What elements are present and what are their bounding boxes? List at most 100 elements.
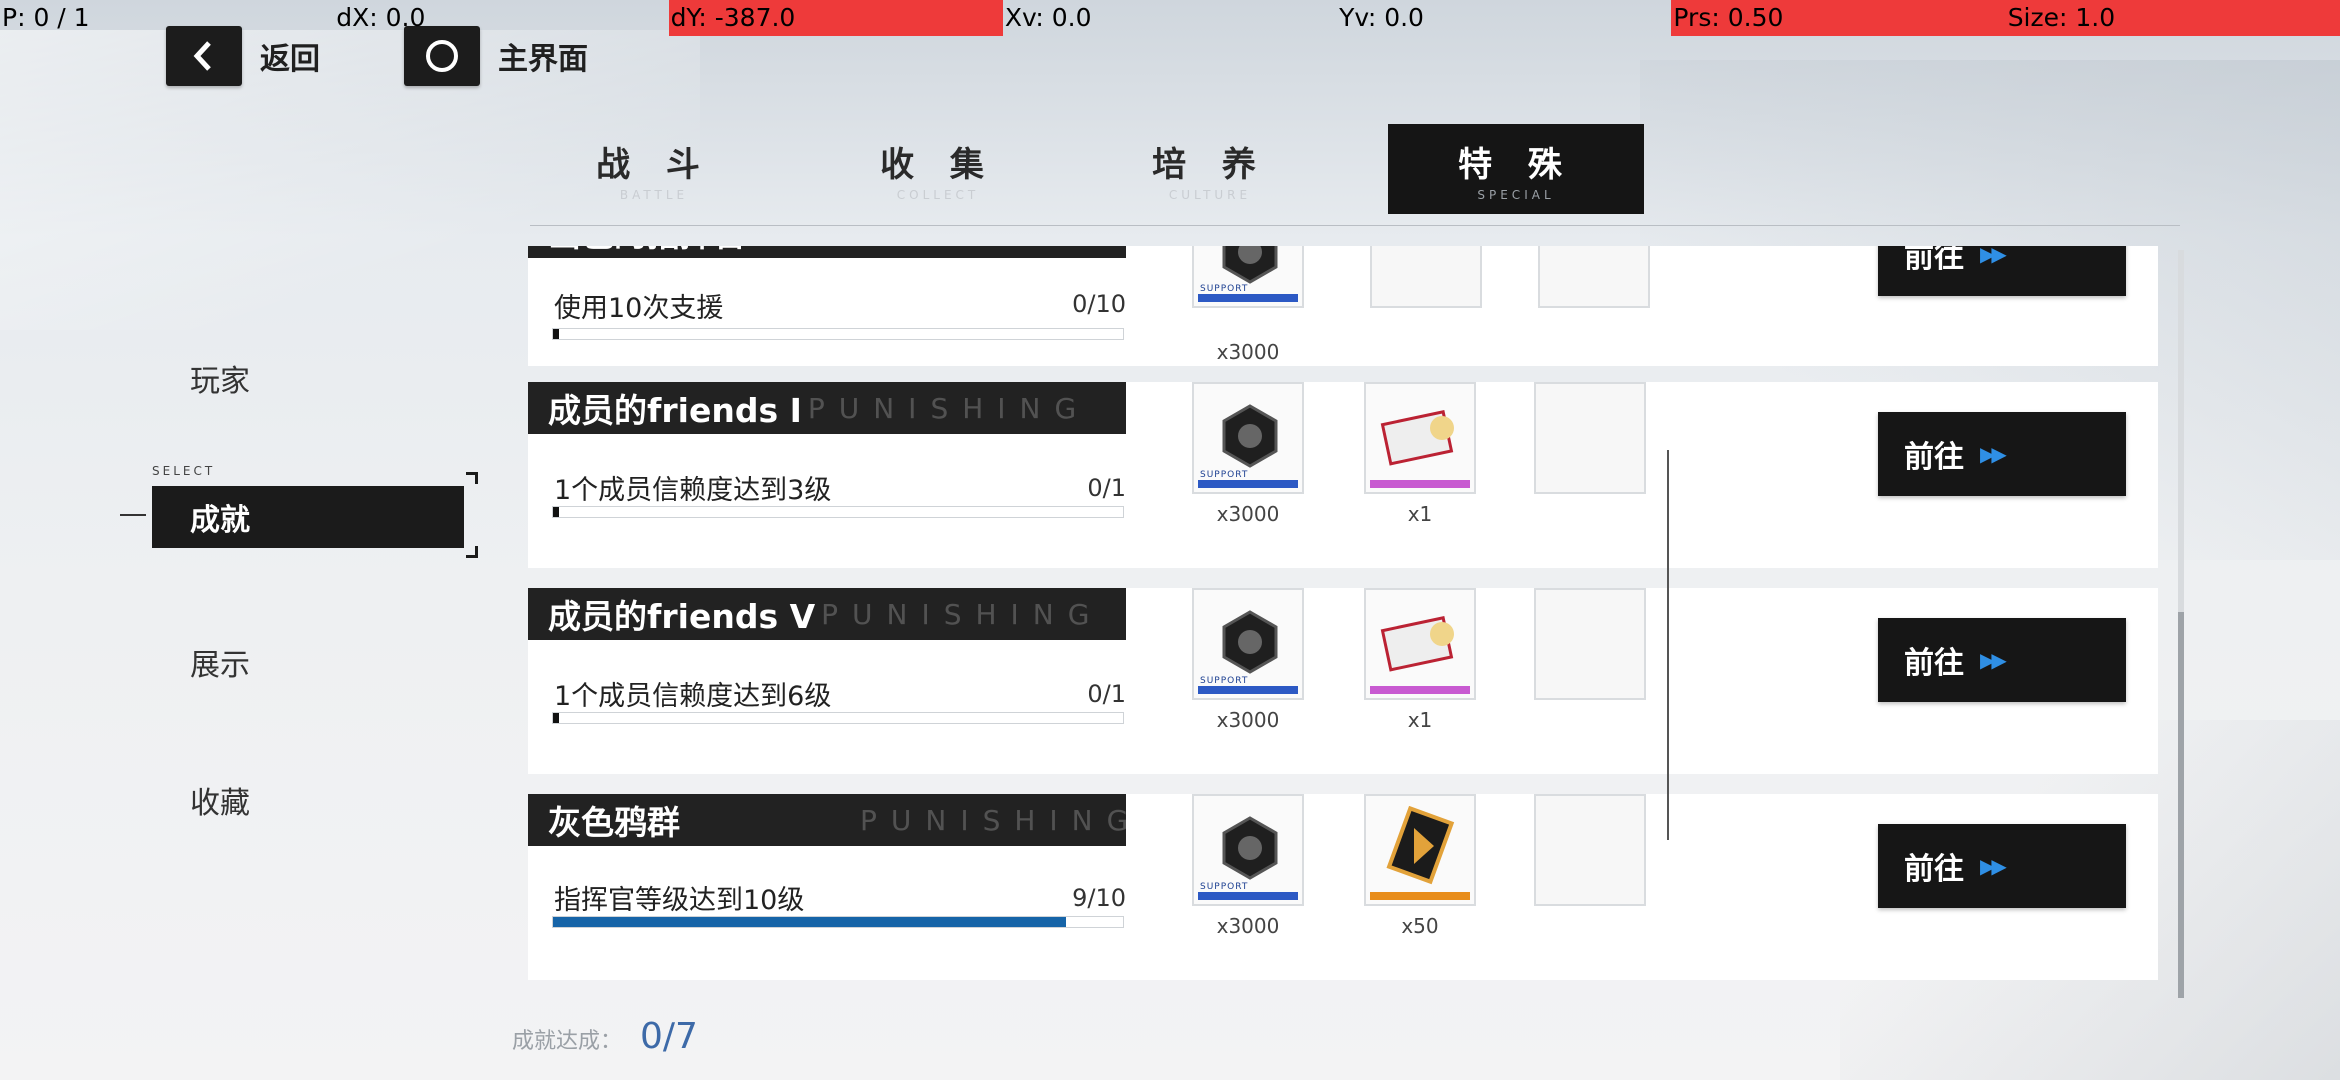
reward-slot-empty: [1534, 588, 1646, 700]
achievement-task: 1个成员信赖度达到6级: [554, 681, 832, 712]
go-button-label: 前往: [1904, 852, 1964, 887]
support-tag: SUPPORT: [1200, 470, 1249, 480]
side-item-player[interactable]: 玩家: [190, 356, 250, 400]
debug-dx: dX: 0.0: [336, 3, 426, 32]
tab-sub-label: CULTURE: [1168, 187, 1252, 202]
go-button[interactable]: 前往 ▶▶: [1878, 246, 2126, 296]
tab-battle[interactable]: 战 斗 BATTLE: [524, 124, 784, 214]
reward-slot-empty: [1538, 246, 1650, 308]
debug-size: Size: 1.0: [2005, 0, 2340, 36]
go-button[interactable]: 前往 ▶▶: [1878, 412, 2126, 496]
pointer-debug-overlay: P: 0 / 1 dX: 0.0 dY: -387.0 Xv: 0.0 Yv: …: [0, 0, 2340, 36]
achievement-list[interactable]: 出色的指挥官 I 使用10次支援 0/10 SUPPORT x3000 前往 ▶…: [528, 246, 2158, 984]
double-arrow-icon: ▶▶: [1980, 854, 2007, 878]
achievement-task: 使用10次支援: [554, 293, 724, 324]
selection-pointer: [120, 514, 146, 516]
debug-pointer: P: 0 / 1: [2, 3, 90, 32]
reward-slot[interactable]: [1364, 588, 1476, 700]
selection-corner: [466, 472, 478, 484]
tab-culture[interactable]: 培 养 CULTURE: [1080, 124, 1340, 214]
back-label: 返回: [260, 42, 320, 77]
debug-dy: dY: -387.0: [668, 0, 1003, 36]
divider-line: [1667, 450, 1669, 840]
achievement-row: 灰色鸦群 PUNISHING 指挥官等级达到10级 9/10 SUPPORT x…: [528, 794, 2158, 980]
reward-qty: x1: [1407, 708, 1433, 732]
achievement-row: 出色的指挥官 I 使用10次支援 0/10 SUPPORT x3000 前往 ▶…: [528, 246, 2158, 366]
go-button-label: 前往: [1904, 246, 1964, 275]
achievement-title: 出色的指挥官 I: [548, 246, 770, 256]
progress-text: 0/1: [1087, 474, 1126, 502]
reward-qty: x3000: [1216, 708, 1280, 732]
tab-label: 战 斗: [596, 144, 712, 185]
reward-qty: x3000: [1216, 502, 1280, 526]
watermark: PUNISHING: [821, 597, 1104, 631]
progress-bar: [552, 712, 1124, 724]
go-button[interactable]: 前往 ▶▶: [1878, 618, 2126, 702]
rarity-bar: [1370, 480, 1470, 488]
double-arrow-icon: ▶▶: [1980, 648, 2007, 672]
reward-slot[interactable]: SUPPORT: [1192, 588, 1304, 700]
tab-sub-label: BATTLE: [619, 187, 689, 202]
gear-nut-icon: [1216, 814, 1284, 886]
go-button[interactable]: 前往 ▶▶: [1878, 824, 2126, 908]
tab-collect[interactable]: 收 集 COLLECT: [808, 124, 1068, 214]
tab-divider: [530, 225, 2180, 226]
reward-slot-empty: [1534, 382, 1646, 494]
progress-bar: [552, 506, 1124, 518]
rarity-bar: [1370, 686, 1470, 694]
reward-slot[interactable]: [1364, 382, 1476, 494]
gear-nut-icon: [1216, 608, 1284, 680]
side-item-achievement[interactable]: 成就: [152, 486, 464, 548]
tab-label: 收 集: [880, 144, 996, 185]
support-tag: SUPPORT: [1200, 284, 1249, 294]
reward-slot[interactable]: [1364, 794, 1476, 906]
watermark: PUNISHING: [860, 803, 1126, 837]
summary-value: 0/7: [640, 1016, 698, 1057]
progress-text: 0/10: [1072, 290, 1126, 318]
scrollbar-thumb[interactable]: [2178, 612, 2184, 998]
tab-sub-label: COLLECT: [896, 187, 980, 202]
debug-prs: Prs: 0.50: [1671, 0, 2006, 36]
back-button[interactable]: 返回: [166, 26, 320, 86]
gift-box-icon: [1380, 606, 1464, 680]
debug-yv: Yv: 0.0: [1339, 3, 1424, 32]
progress-bar: [552, 328, 1124, 340]
progress-fill: [553, 917, 1066, 927]
tab-sub-label: SPECIAL: [1477, 187, 1555, 202]
home-label: 主界面: [498, 42, 588, 77]
achievement-summary: 成就达成： 0/7: [512, 1016, 698, 1057]
achievement-task: 1个成员信赖度达到3级: [554, 475, 832, 506]
home-button[interactable]: 主界面: [404, 26, 588, 86]
reward-slot[interactable]: SUPPORT: [1192, 382, 1304, 494]
gift-box-icon: [1380, 400, 1464, 474]
achievement-title-bar: 出色的指挥官 I: [528, 246, 1126, 258]
watermark: PUNISHING: [807, 391, 1091, 425]
side-item-collection[interactable]: 收藏: [190, 778, 250, 822]
reward-slot-empty: [1534, 794, 1646, 906]
double-arrow-icon: ▶▶: [1980, 442, 2007, 466]
rarity-bar: [1198, 892, 1298, 900]
tab-label: 特 殊: [1458, 144, 1574, 185]
achievement-title: 灰色鸦群: [548, 803, 680, 842]
progress-text: 0/1: [1087, 680, 1126, 708]
reward-slot[interactable]: SUPPORT: [1192, 246, 1304, 308]
reward-qty: x50: [1401, 914, 1439, 938]
tab-label: 培 养: [1152, 144, 1268, 185]
go-button-label: 前往: [1904, 440, 1964, 475]
reward-slot-empty: [1370, 246, 1482, 308]
support-tag: SUPPORT: [1200, 882, 1249, 892]
progress-text: 9/10: [1072, 884, 1126, 912]
rarity-bar: [1370, 892, 1470, 900]
achievement-row: 成员的friends I PUNISHING 1个成员信赖度达到3级 0/1 S…: [528, 382, 2158, 568]
side-item-display[interactable]: 展示: [190, 640, 250, 684]
reward-qty: x3000: [1216, 914, 1280, 938]
achievement-title-bar: 成员的friends I PUNISHING: [528, 382, 1126, 434]
achievement-title-bar: 灰色鸦群 PUNISHING: [528, 794, 1126, 846]
rarity-bar: [1198, 686, 1298, 694]
tab-special[interactable]: 特 殊 SPECIAL: [1388, 124, 1644, 214]
go-button-label: 前往: [1904, 646, 1964, 681]
side-item-label: 成就: [190, 503, 250, 538]
achievement-row: 成员的friends V PUNISHING 1个成员信赖度达到6级 0/1 S…: [528, 588, 2158, 774]
select-tag: SELECT: [152, 464, 216, 478]
reward-slot[interactable]: SUPPORT: [1192, 794, 1304, 906]
